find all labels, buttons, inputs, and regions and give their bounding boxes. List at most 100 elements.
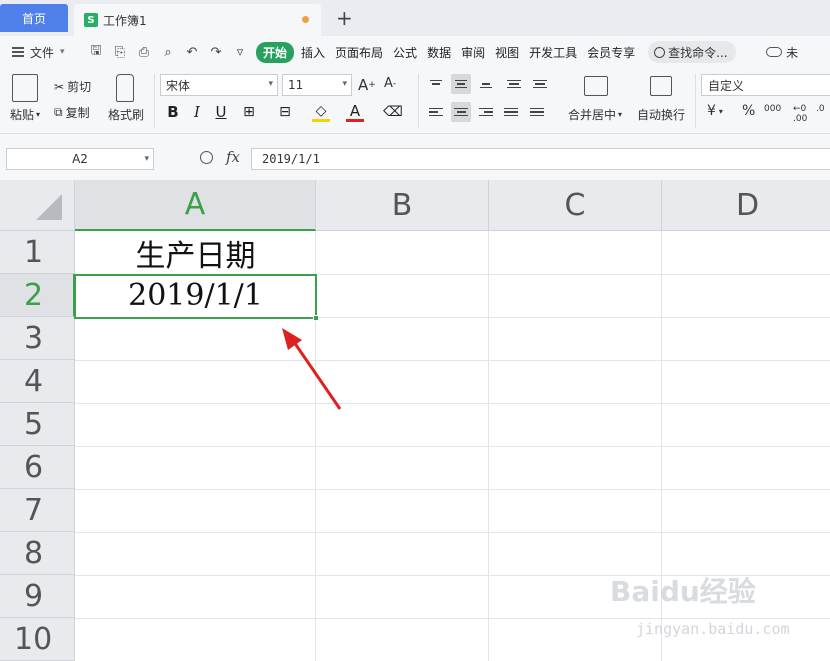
customize-toolbar-icon[interactable]: ▿ (232, 44, 248, 60)
align-center-icon[interactable] (451, 102, 471, 122)
name-box[interactable]: A2 ▾ (6, 148, 154, 170)
number-format-value: 自定义 (708, 78, 745, 93)
font-size-value: 11 (288, 78, 304, 92)
wrap-text-label: 自动换行 (637, 108, 686, 122)
chevron-down-icon: ▾ (60, 47, 65, 57)
percent-format-button[interactable]: % (742, 103, 755, 119)
baidu-watermark-logo: Baidu经验 (610, 575, 756, 608)
decrease-font-size-button[interactable]: A- (384, 76, 396, 91)
redo-icon[interactable]: ↷ (208, 44, 224, 60)
file-menu[interactable]: 文件 ▾ (0, 44, 84, 61)
copy-label: 复制 (65, 106, 90, 120)
increase-indent-icon[interactable] (530, 74, 550, 94)
increase-font-size-button[interactable]: A + (358, 76, 376, 94)
menu-bar: 文件 ▾ 🖫 ⎘ ⎙ ⌕ ↶ ↷ ▿ 开始 插入 页面布局 公式 数据 审阅 视… (0, 36, 830, 68)
font-color-button[interactable]: A (346, 102, 364, 122)
command-search-input[interactable]: 查找命令... (648, 41, 737, 63)
font-family-value: 宋体 (166, 78, 191, 93)
chevron-down-icon: ▾ (268, 79, 273, 89)
new-tab-button[interactable]: + (336, 6, 353, 30)
distribute-icon[interactable] (527, 102, 547, 122)
align-left-icon[interactable] (426, 102, 446, 122)
menu-tab-data[interactable]: 数据 (422, 44, 456, 61)
tab-workbook-title: 工作簿1 (103, 13, 147, 28)
menu-tab-formulas[interactable]: 公式 (388, 44, 422, 61)
unsaved-indicator-icon (302, 16, 309, 23)
merge-center-button[interactable]: 合并居中 ▾ (568, 106, 622, 123)
font-size-select[interactable]: 11 ▾ (282, 74, 352, 96)
format-painter-icon[interactable] (116, 74, 134, 102)
paste-button[interactable]: 粘贴 ▾ (10, 106, 40, 123)
copy-icon: ⧉ (54, 105, 63, 119)
tab-home[interactable]: 首页 (0, 4, 68, 32)
wrap-text-button[interactable]: 自动换行 (637, 106, 685, 123)
menu-tab-insert[interactable]: 插入 (296, 44, 330, 61)
cut-button[interactable]: ✂ 剪切 (54, 78, 91, 95)
export-pdf-icon[interactable]: ⎘ (112, 44, 128, 60)
print-icon[interactable]: ⎙ (136, 44, 152, 60)
italic-button[interactable]: I (188, 102, 206, 122)
align-top-icon[interactable] (426, 74, 446, 94)
thousands-separator-button[interactable]: 000 (764, 104, 781, 114)
bold-button[interactable]: B (164, 102, 182, 122)
ribbon-divider (695, 74, 696, 128)
wrap-text-icon[interactable] (650, 76, 672, 96)
paste-icon[interactable] (12, 74, 38, 102)
ribbon-divider (418, 74, 419, 128)
search-icon (654, 46, 666, 58)
insert-function-icon[interactable]: fx (226, 148, 240, 166)
menu-tab-view[interactable]: 视图 (490, 44, 524, 61)
format-painter-button[interactable]: 格式刷 (108, 106, 144, 123)
formula-input-value: 2019/1/1 (262, 152, 320, 166)
justify-icon[interactable] (501, 102, 521, 122)
decrease-decimal-icon[interactable]: .0 (816, 104, 825, 114)
align-bottom-icon[interactable] (476, 74, 496, 94)
underline-button[interactable]: U (212, 102, 230, 122)
format-painter-label: 格式刷 (108, 108, 145, 122)
paste-label: 粘贴 (10, 108, 35, 122)
number-format-select[interactable]: 自定义 (701, 74, 830, 96)
chevron-down-icon: ▾ (342, 79, 347, 89)
menu-tab-home[interactable]: 开始 (256, 41, 295, 63)
borders-icon[interactable]: ⊞ (240, 102, 258, 122)
print-preview-icon[interactable]: ⌕ (160, 44, 176, 60)
menu-tab-developer[interactable]: 开发工具 (524, 44, 582, 61)
cloud-sync-label: 未 (786, 45, 799, 60)
align-middle-icon[interactable] (451, 74, 471, 94)
merge-center-icon[interactable] (584, 76, 608, 96)
menu-tab-review[interactable]: 审阅 (456, 44, 490, 61)
menu-tab-page-layout[interactable]: 页面布局 (330, 44, 388, 61)
chevron-down-icon: ▾ (144, 154, 149, 164)
scissors-icon: ✂ (54, 79, 65, 94)
decrease-indent-icon[interactable] (504, 74, 524, 94)
menu-tab-member[interactable]: 会员专享 (582, 44, 640, 61)
sheet-grid: A B C D 1 2 3 4 5 6 7 8 9 10 生产日期 2019/1… (0, 180, 830, 661)
cell-style-icon[interactable]: ⊟ (276, 102, 294, 122)
command-search-placeholder: 查找命令... (668, 45, 728, 60)
file-menu-label: 文件 (30, 45, 55, 60)
quick-access-toolbar: 🖫 ⎘ ⎙ ⌕ ↶ ↷ ▿ (88, 43, 248, 60)
fill-color-icon[interactable]: ◇ (312, 102, 330, 122)
copy-button[interactable]: ⧉ 复制 (54, 104, 90, 121)
spreadsheet-doc-icon: S (84, 13, 98, 27)
merge-center-label: 合并居中 (568, 108, 617, 122)
tab-bar: 首页 S 工作簿1 + (0, 0, 830, 36)
increase-decimal-icon[interactable]: ←0.00 (793, 104, 807, 124)
cloud-sync-status[interactable]: 未 (766, 44, 798, 61)
zoom-icon[interactable] (200, 151, 213, 164)
font-family-select[interactable]: 宋体 ▾ (160, 74, 278, 96)
save-icon[interactable]: 🖫 (88, 43, 104, 60)
cut-label: 剪切 (67, 80, 92, 94)
undo-icon[interactable]: ↶ (184, 44, 200, 60)
baidu-watermark-url: jingyan.baidu.com (636, 620, 790, 638)
currency-symbol: ¥ (707, 103, 716, 119)
menu-tabs: 开始 插入 页面布局 公式 数据 审阅 视图 开发工具 会员专享 (256, 41, 640, 63)
clear-format-icon[interactable]: ⌫ (383, 102, 403, 122)
currency-format-button[interactable]: ¥ ▾ (707, 103, 723, 119)
align-right-icon[interactable] (476, 102, 496, 122)
ribbon-home: 粘贴 ▾ ✂ 剪切 ⧉ 复制 格式刷 宋体 ▾ 11 ▾ A + A- B I U … (0, 68, 830, 134)
hamburger-icon (12, 47, 24, 57)
formula-input[interactable]: 2019/1/1 (251, 148, 830, 170)
tab-workbook[interactable]: S 工作簿1 (74, 4, 321, 36)
cloud-icon (766, 47, 783, 57)
